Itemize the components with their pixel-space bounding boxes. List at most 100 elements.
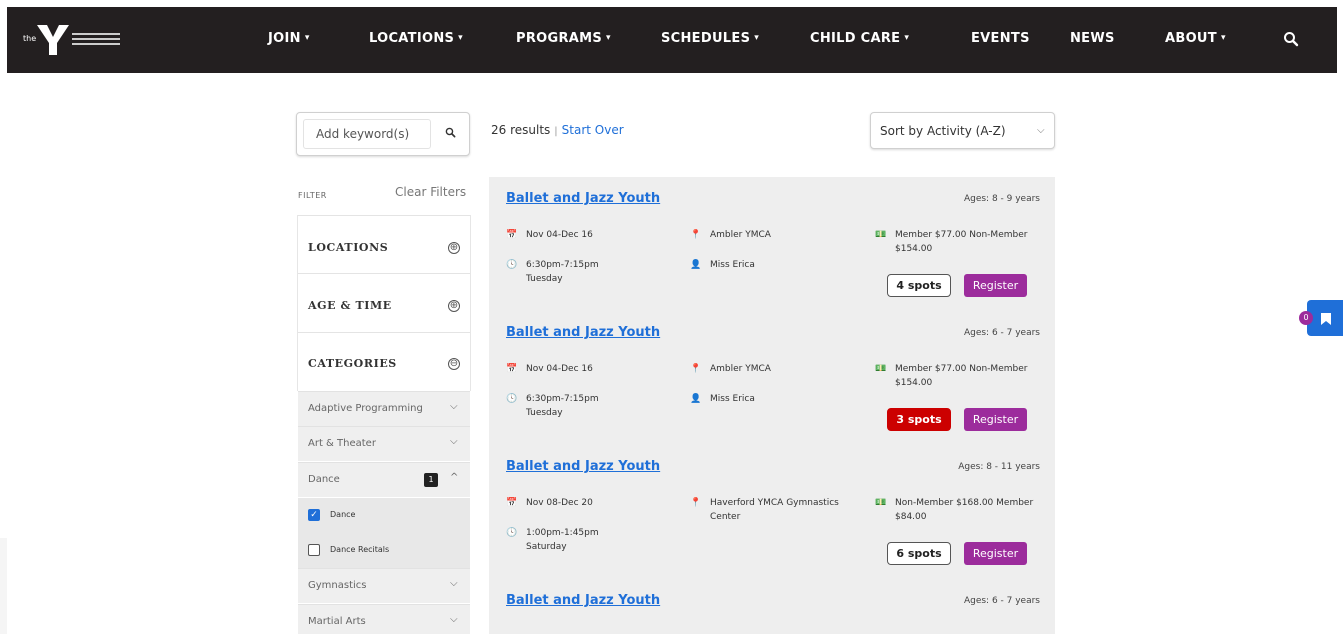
nav-news[interactable]: NEWS	[1070, 31, 1115, 46]
keyword-search	[296, 112, 470, 156]
chevron-down-icon: ⌵	[450, 614, 458, 625]
checkbox-checked[interactable]: ✓	[308, 509, 320, 521]
chevron-down-icon: ⌵	[450, 401, 458, 412]
nav-programs[interactable]: PROGRAMS ▾	[516, 31, 611, 46]
bookmark-icon	[1321, 313, 1331, 325]
program-card: Ballet and Jazz Youth Ages: 6 - 7 years	[489, 579, 1055, 634]
ages-text: Ages: 8 - 11 years	[958, 462, 1040, 472]
program-title-link[interactable]: Ballet and Jazz Youth	[506, 191, 660, 206]
category-martial-arts[interactable]: Martial Arts ⌵	[298, 604, 470, 634]
chevron-up-icon: ^	[450, 472, 459, 483]
nav-join[interactable]: JOIN ▾	[268, 31, 310, 46]
clock-icon: 🕓	[506, 260, 518, 270]
dates-field: 📅 Nov 04-Dec 16	[506, 230, 593, 240]
location-pin-icon: 📍	[690, 498, 702, 508]
person-icon: 👤	[690, 394, 702, 404]
money-icon: 💵	[875, 230, 887, 240]
time-field: 🕓 1:00pm-1:45pm Saturday	[506, 528, 599, 552]
chevron-down-icon: ⌵	[450, 578, 458, 589]
program-card: Ballet and Jazz Youth Ages: 8 - 11 years…	[489, 445, 1055, 579]
chevron-down-icon: ⌵	[1037, 125, 1045, 136]
program-title-link[interactable]: Ballet and Jazz Youth	[506, 593, 660, 608]
calendar-icon: 📅	[506, 364, 518, 374]
logo-text-lines	[72, 33, 120, 48]
price-field: 💵 Member $77.00 Non-Member $154.00	[875, 364, 1028, 388]
nav-locations[interactable]: LOCATIONS ▾	[369, 31, 463, 46]
chevron-down-icon: ⌵	[450, 436, 458, 447]
filter-label: FILTER	[298, 191, 327, 200]
program-card: Ballet and Jazz Youth Ages: 8 - 9 years …	[489, 177, 1055, 311]
page-edge	[0, 538, 7, 634]
clock-icon: 🕓	[506, 394, 518, 404]
spots-badge: 6 spots	[887, 542, 951, 565]
category-adaptive-programming[interactable]: Adaptive Programming ⌵	[298, 391, 470, 426]
y-logo-icon	[37, 25, 69, 55]
ages-text: Ages: 6 - 7 years	[963, 596, 1040, 606]
search-icon[interactable]	[1283, 31, 1299, 47]
ages-text: Ages: 6 - 7 years	[963, 328, 1040, 338]
location-field: 📍 Ambler YMCA	[690, 364, 771, 374]
nav-events[interactable]: EVENTS	[971, 31, 1030, 46]
selected-count-badge: 1	[424, 473, 438, 487]
category-gymnastics[interactable]: Gymnastics ⌵	[298, 568, 470, 603]
expand-icon: ⊕	[448, 242, 460, 254]
collapse-icon: ⊖	[448, 358, 460, 370]
checkbox-unchecked[interactable]	[308, 544, 320, 556]
register-button[interactable]: Register	[964, 408, 1027, 431]
sort-select[interactable]: Sort by Activity (A-Z) ⌵	[870, 112, 1055, 149]
subcategory-dance-recitals[interactable]: Dance Recitals	[298, 533, 470, 568]
program-title-link[interactable]: Ballet and Jazz Youth	[506, 325, 660, 340]
program-title-link[interactable]: Ballet and Jazz Youth	[506, 459, 660, 474]
category-label: Dance	[308, 474, 340, 485]
section-title: LOCATIONS	[308, 241, 389, 254]
results-count-text: 26 results	[491, 123, 551, 137]
clock-icon: 🕓	[506, 528, 518, 538]
subcategory-label: Dance Recitals	[330, 545, 390, 554]
time-field: 🕓 6:30pm-7:15pm Tuesday	[506, 260, 599, 284]
category-label: Gymnastics	[308, 580, 367, 591]
register-button[interactable]: Register	[964, 274, 1027, 297]
location-pin-icon: 📍	[690, 364, 702, 374]
subcategory-label: Dance	[330, 510, 356, 519]
top-navigation: the JOIN ▾ LOCATIONS ▾ PROGRAMS ▾ SCHEDULES…	[7, 7, 1337, 73]
keyword-input[interactable]	[303, 119, 431, 149]
category-label: Adaptive Programming	[308, 403, 423, 414]
nav-child-care[interactable]: CHILD CARE ▾	[810, 31, 909, 46]
calendar-icon: 📅	[506, 230, 518, 240]
price-field: 💵 Member $77.00 Non-Member $154.00	[875, 230, 1028, 254]
instructor-field: 👤 Miss Erica	[690, 260, 755, 270]
time-field: 🕓 6:30pm-7:15pm Tuesday	[506, 394, 599, 418]
nav-schedules[interactable]: SCHEDULES ▾	[661, 31, 759, 46]
calendar-icon: 📅	[506, 498, 518, 508]
money-icon: 💵	[875, 498, 887, 508]
dates-field: 📅 Nov 08-Dec 20	[506, 498, 593, 508]
dates-field: 📅 Nov 04-Dec 16	[506, 364, 593, 374]
subcategory-dance[interactable]: ✓ Dance	[298, 498, 470, 533]
category-art-theater[interactable]: Art & Theater ⌵	[298, 426, 470, 461]
spots-badge: 3 spots	[887, 408, 951, 431]
clear-filters-link[interactable]: Clear Filters	[395, 185, 466, 199]
saved-count-badge: 0	[1299, 311, 1313, 325]
results-count: 26 results | Start Over	[491, 123, 624, 137]
category-label: Art & Theater	[308, 438, 376, 449]
nav-about[interactable]: ABOUT ▾	[1165, 31, 1226, 46]
price-field: 💵 Non-Member $168.00 Member $84.00	[875, 498, 1034, 522]
sort-label: Sort by Activity (A-Z)	[880, 124, 1006, 138]
filter-section-locations[interactable]: LOCATIONS ⊕	[298, 215, 470, 273]
expand-icon: ⊕	[448, 300, 460, 312]
category-dance[interactable]: Dance ^	[298, 462, 470, 497]
search-icon[interactable]	[445, 127, 456, 138]
program-card: Ballet and Jazz Youth Ages: 6 - 7 years …	[489, 311, 1055, 445]
ymca-logo[interactable]: the	[17, 21, 127, 59]
filter-section-categories[interactable]: CATEGORIES ⊖	[298, 332, 470, 391]
person-icon: 👤	[690, 260, 702, 270]
register-button[interactable]: Register	[964, 542, 1027, 565]
filter-section-age-time[interactable]: AGE & TIME ⊕	[298, 273, 470, 332]
location-pin-icon: 📍	[690, 230, 702, 240]
location-field: 📍 Haverford YMCA Gymnastics Center	[690, 498, 839, 522]
location-field: 📍 Ambler YMCA	[690, 230, 771, 240]
start-over-link[interactable]: Start Over	[562, 123, 624, 137]
instructor-field: 👤 Miss Erica	[690, 394, 755, 404]
spots-badge: 4 spots	[887, 274, 951, 297]
category-label: Martial Arts	[308, 616, 366, 627]
